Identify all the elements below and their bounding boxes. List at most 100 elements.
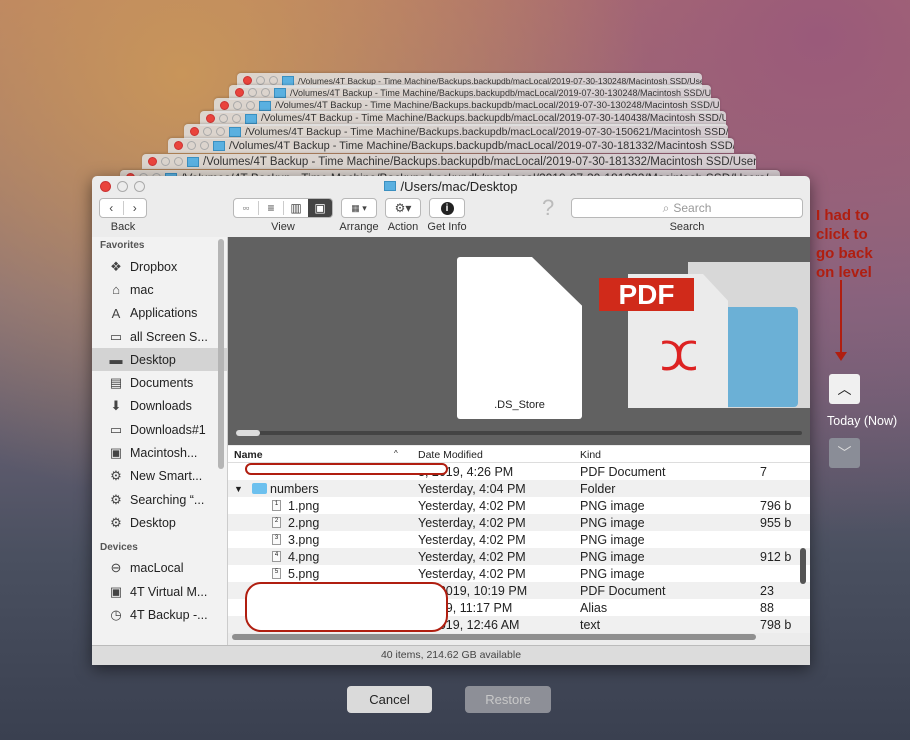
sidebar-item[interactable]: ⌂ mac <box>92 278 227 301</box>
close-button[interactable] <box>190 127 199 136</box>
table-row[interactable]: 1 1.png Yesterday, 4:02 PM PNG image 796 b <box>228 497 810 514</box>
sidebar-item[interactable]: ▬ Desktop <box>92 348 227 372</box>
column-header: Name ^ Date Modified Kind <box>228 446 810 463</box>
close-button[interactable] <box>235 88 244 97</box>
table-row[interactable]: 3 3.png Yesterday, 4:02 PM PNG image <box>228 531 810 548</box>
column-name[interactable]: Name <box>234 449 263 461</box>
date-modified: Yesterday, 4:02 PM <box>418 567 526 581</box>
backup-window-titlebar[interactable]: /Volumes/4T Backup - Time Machine/Backup… <box>142 154 756 169</box>
cover-flow-view-icon[interactable]: ▣ <box>308 199 332 217</box>
sidebar-item[interactable]: ◷ 4T Backup -... <box>92 603 227 626</box>
zoom-button[interactable] <box>174 157 183 166</box>
minimize-button[interactable] <box>203 127 212 136</box>
minimize-button[interactable] <box>248 88 257 97</box>
gear-icon: ⚙▾ <box>394 201 412 215</box>
file-name: 2.png <box>288 516 320 530</box>
folder-icon <box>213 140 225 151</box>
arrange-icon: ▦ ▾ <box>351 202 367 213</box>
restore-button[interactable]: Restore <box>465 686 551 713</box>
sidebar-item[interactable]: A Applications <box>92 302 227 325</box>
action-button[interactable]: ⚙▾ <box>385 198 421 218</box>
sort-ascending-icon: ^ <box>394 449 398 458</box>
sidebar-item[interactable]: ⚙ Searching “... <box>92 488 227 511</box>
close-button[interactable] <box>174 141 183 150</box>
zoom-button[interactable] <box>246 101 255 110</box>
get-info-label: Get Info <box>427 221 467 233</box>
sidebar-scrollbar[interactable] <box>218 239 224 469</box>
minimize-button[interactable] <box>219 114 228 123</box>
sidebar-item[interactable]: ⚙ Desktop <box>92 511 227 534</box>
view-label: View <box>271 221 295 233</box>
time-machine-disk-icon: ◷ <box>110 606 122 622</box>
icon-view-icon[interactable]: ▫▫ <box>234 203 258 213</box>
sidebar-item[interactable]: ▭ Downloads#1 <box>92 418 227 441</box>
backup-window-titlebar[interactable]: /Volumes/4T Backup - Time Machine/Backup… <box>168 138 734 153</box>
list-view-icon[interactable]: ≡ <box>258 201 283 215</box>
sidebar-item[interactable]: ⊖ macLocal <box>92 557 227 580</box>
folder-icon: ▭ <box>109 421 123 437</box>
table-row[interactable]: ▼ numbers Yesterday, 4:04 PM Folder <box>228 480 810 497</box>
downloads-icon: ⬇ <box>110 398 122 414</box>
png-file-icon: 3 <box>272 534 281 545</box>
minimize-button[interactable] <box>233 101 242 110</box>
zoom-button[interactable] <box>269 76 278 85</box>
search-icon: ⌕ <box>662 200 670 215</box>
sidebar-item[interactable]: ⬇ Downloads <box>92 395 227 418</box>
minimize-button[interactable] <box>161 157 170 166</box>
cancel-button[interactable]: Cancel <box>347 686 432 713</box>
ds-store-file-icon[interactable] <box>457 257 582 419</box>
png-file-icon: 2 <box>272 517 281 528</box>
minimize-button[interactable] <box>187 141 196 150</box>
horizontal-scrollbar[interactable] <box>232 634 756 640</box>
zoom-button[interactable] <box>134 181 145 192</box>
search-input[interactable]: ⌕ Search <box>571 198 803 218</box>
sidebar-item[interactable]: ❖ Dropbox <box>92 255 227 278</box>
desktop-icon: ▬ <box>109 352 123 368</box>
zoom-button[interactable] <box>261 88 270 97</box>
table-row[interactable]: 5 5.png Yesterday, 4:02 PM PNG image <box>228 565 810 582</box>
arrange-button[interactable]: ▦ ▾ <box>341 198 377 218</box>
sidebar-item[interactable]: ▤ Documents <box>92 371 227 394</box>
timeline-down-button[interactable]: ﹀ <box>829 438 860 468</box>
sidebar-item[interactable]: ▭ all Screen S... <box>92 325 227 348</box>
minimize-button[interactable] <box>256 76 265 85</box>
search-placeholder: Search <box>673 201 712 215</box>
close-button[interactable] <box>148 157 157 166</box>
backup-path: /Volumes/4T Backup - Time Machine/Backup… <box>298 75 702 86</box>
disclosure-triangle-icon[interactable]: ▼ <box>234 484 243 494</box>
minimize-button[interactable] <box>117 181 128 192</box>
forward-arrow-icon[interactable]: › <box>124 201 147 215</box>
close-button[interactable] <box>206 114 215 123</box>
back-arrow-icon[interactable]: ‹ <box>100 201 124 215</box>
column-kind[interactable]: Kind <box>580 449 601 461</box>
size: 955 b <box>760 516 792 530</box>
view-segmented-control[interactable]: ▫▫ ≡ ▥ ▣ <box>233 198 333 218</box>
vertical-scrollbar[interactable] <box>800 548 806 584</box>
close-button[interactable] <box>100 181 111 192</box>
table-row[interactable]: 2 2.png Yesterday, 4:02 PM PNG image 955 b <box>228 514 810 531</box>
size: 798 b <box>760 618 792 632</box>
timeline-current-label: Today (Now) <box>827 414 898 428</box>
title-bar: /Users/mac/Desktop <box>92 176 810 196</box>
sidebar-item[interactable]: ▣ Macintosh... <box>92 441 227 464</box>
gear-icon: ⚙ <box>110 514 122 530</box>
back-forward-buttons[interactable]: ‹ › <box>99 198 147 218</box>
applications-icon: A <box>111 305 121 321</box>
zoom-button[interactable] <box>232 114 241 123</box>
sidebar-item[interactable]: ▣ 4T Virtual M... <box>92 580 227 603</box>
close-button[interactable] <box>243 76 252 85</box>
zoom-button[interactable] <box>216 127 225 136</box>
column-date-modified[interactable]: Date Modified <box>418 449 483 461</box>
redaction-oval <box>245 463 448 475</box>
zoom-button[interactable] <box>200 141 209 150</box>
column-view-icon[interactable]: ▥ <box>283 201 308 215</box>
cover-flow-preview: .DS_Store ⵋ PDF <box>228 237 810 445</box>
get-info-button[interactable]: i <box>429 198 465 218</box>
file-name: 3.png <box>288 533 320 547</box>
backup-window-titlebar[interactable]: /Volumes/4T Backup - Time Machine/Backup… <box>184 124 728 139</box>
table-row[interactable]: 4 4.png Yesterday, 4:02 PM PNG image 912 b <box>228 548 810 565</box>
timeline-up-button[interactable]: ︿ <box>829 374 860 404</box>
cover-flow-scrollbar[interactable] <box>236 430 802 436</box>
close-button[interactable] <box>220 101 229 110</box>
sidebar-item[interactable]: ⚙ New Smart... <box>92 465 227 488</box>
